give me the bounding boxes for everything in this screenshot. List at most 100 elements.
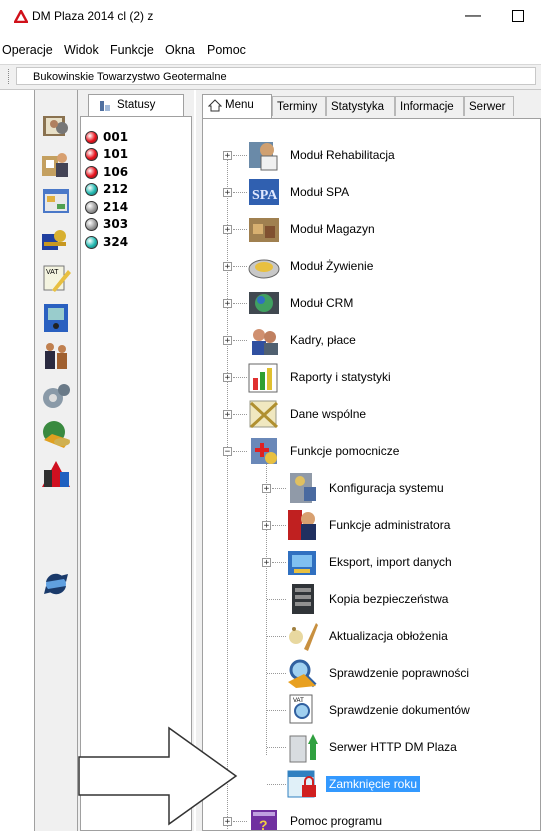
tab-terminy[interactable]: Terminy: [272, 96, 326, 116]
expand-toggle[interactable]: +: [223, 817, 232, 827]
people-meeting-icon[interactable]: [40, 340, 72, 372]
tree-line: [272, 525, 286, 526]
help-book-icon: ?: [251, 810, 277, 830]
expand-toggle[interactable]: +: [262, 521, 271, 531]
tree-node-label: Funkcje pomocnicze: [290, 444, 400, 458]
expand-toggle[interactable]: +: [223, 299, 232, 309]
book-users-icon[interactable]: [40, 110, 72, 142]
status-ball-icon: [85, 201, 98, 214]
status-code: 101: [103, 147, 129, 161]
expand-toggle[interactable]: +: [223, 373, 232, 383]
status-code: 214: [103, 200, 129, 214]
dm-logo-icon[interactable]: [40, 458, 72, 490]
tree-node-label: Moduł Żywienie: [290, 259, 374, 273]
tree-node-label: Kadry, płace: [290, 333, 356, 347]
tree-line: [272, 562, 286, 563]
status-item[interactable]: 214: [85, 199, 175, 217]
gears-icon[interactable]: [40, 380, 72, 412]
expand-toggle[interactable]: +: [223, 336, 232, 346]
status-code: 001: [103, 130, 129, 144]
tree-node-label: Moduł Magazyn: [290, 222, 375, 236]
status-item[interactable]: 001: [85, 129, 175, 147]
vat-pencil-icon[interactable]: VAT: [40, 262, 72, 294]
status-item[interactable]: 106: [85, 164, 175, 182]
home-icon: [208, 99, 222, 112]
status-panel: Statusy 001 101 106 212 214 303 324: [78, 90, 194, 831]
menu-bar: Operacje Widok Funkcje Okna Pomoc: [0, 40, 541, 60]
status-ball-icon: [85, 218, 98, 231]
tree-line: [233, 303, 247, 304]
crm-icon: [249, 292, 279, 314]
year-close-icon: [287, 770, 316, 798]
phone-card-icon[interactable]: [40, 302, 72, 334]
tab-informacje[interactable]: Informacje: [395, 96, 464, 116]
occupancy-icon: [289, 623, 318, 651]
status-item[interactable]: 101: [85, 146, 175, 164]
expand-toggle[interactable]: +: [223, 410, 232, 420]
toolbar-grip[interactable]: [8, 69, 10, 84]
tree-node-label: Moduł SPA: [290, 185, 350, 199]
icon-sidebar: VAT: [34, 90, 78, 831]
key-icon[interactable]: [40, 224, 72, 256]
tree-line: [267, 784, 286, 785]
status-item[interactable]: 324: [85, 234, 175, 252]
status-code: 106: [103, 165, 129, 179]
tree-line: [267, 747, 286, 748]
tree-line: [267, 673, 286, 674]
menu-operacje[interactable]: Operacje: [2, 43, 53, 57]
window-form-icon[interactable]: [40, 186, 72, 218]
company-field[interactable]: Bukowinskie Towarzystwo Geotermalne: [16, 67, 536, 85]
maximize-button[interactable]: [500, 2, 536, 30]
tree-node-label: Aktualizacja obłożenia: [329, 629, 448, 643]
tab-serwer[interactable]: Serwer: [464, 96, 514, 116]
tree-line: [233, 414, 247, 415]
toolbar: Bukowinskie Towarzystwo Geotermalne: [0, 64, 541, 90]
menu-tree: + Moduł Rehabilitacja + SPA Moduł SPA + …: [202, 118, 541, 831]
minimize-button[interactable]: —: [455, 2, 491, 30]
menu-widok[interactable]: Widok: [64, 43, 99, 57]
expand-toggle[interactable]: +: [223, 151, 232, 161]
rehab-icon: [249, 142, 278, 171]
tree-line: [272, 488, 286, 489]
menu-okna[interactable]: Okna: [165, 43, 195, 57]
tree-node-label: Pomoc programu: [290, 814, 383, 828]
people-group-icon[interactable]: [40, 148, 72, 180]
collapse-toggle[interactable]: −: [223, 447, 232, 457]
sync-arrows-icon[interactable]: [40, 568, 72, 600]
tree-node-label: Zamknięcie roku: [326, 776, 421, 792]
status-ball-icon: [85, 236, 98, 249]
svg-text:VAT: VAT: [46, 269, 59, 276]
tree-node-label: Dane wspólne: [290, 407, 367, 421]
food-icon: [248, 259, 280, 279]
http-server-icon: [289, 734, 318, 763]
tree-line: [233, 377, 247, 378]
tree-node-label: Moduł CRM: [290, 296, 354, 310]
tab-statusy[interactable]: Statusy: [88, 94, 184, 116]
expand-toggle[interactable]: +: [223, 225, 232, 235]
tab-statusy-label: Statusy: [117, 99, 156, 111]
tab-menu[interactable]: Menu: [202, 94, 272, 118]
status-ball-icon: [85, 183, 98, 196]
warehouse-icon: [249, 218, 279, 242]
expand-toggle[interactable]: +: [262, 558, 271, 568]
menu-funkcje[interactable]: Funkcje: [110, 43, 154, 57]
expand-toggle[interactable]: +: [223, 262, 232, 272]
validation-icon: [288, 659, 317, 688]
config-icon: [290, 473, 316, 503]
status-item[interactable]: 303: [85, 216, 175, 234]
status-item[interactable]: 212: [85, 181, 175, 199]
tree-line: [233, 229, 247, 230]
tree-node-label: Eksport, import danych: [329, 555, 452, 569]
expand-toggle[interactable]: +: [262, 484, 271, 494]
tab-statystyka[interactable]: Statystyka: [326, 96, 395, 116]
status-tab-icon: [100, 101, 110, 111]
globe-phone-icon[interactable]: [40, 418, 72, 450]
helper-functions-icon: [251, 438, 277, 464]
tree-line: [233, 821, 247, 822]
expand-toggle[interactable]: +: [223, 188, 232, 198]
admin-icon: [288, 510, 316, 540]
tab-menu-label: Menu: [225, 99, 254, 111]
tree-line: [233, 340, 247, 341]
menu-pomoc[interactable]: Pomoc: [207, 43, 246, 57]
reports-icon: [248, 363, 278, 393]
